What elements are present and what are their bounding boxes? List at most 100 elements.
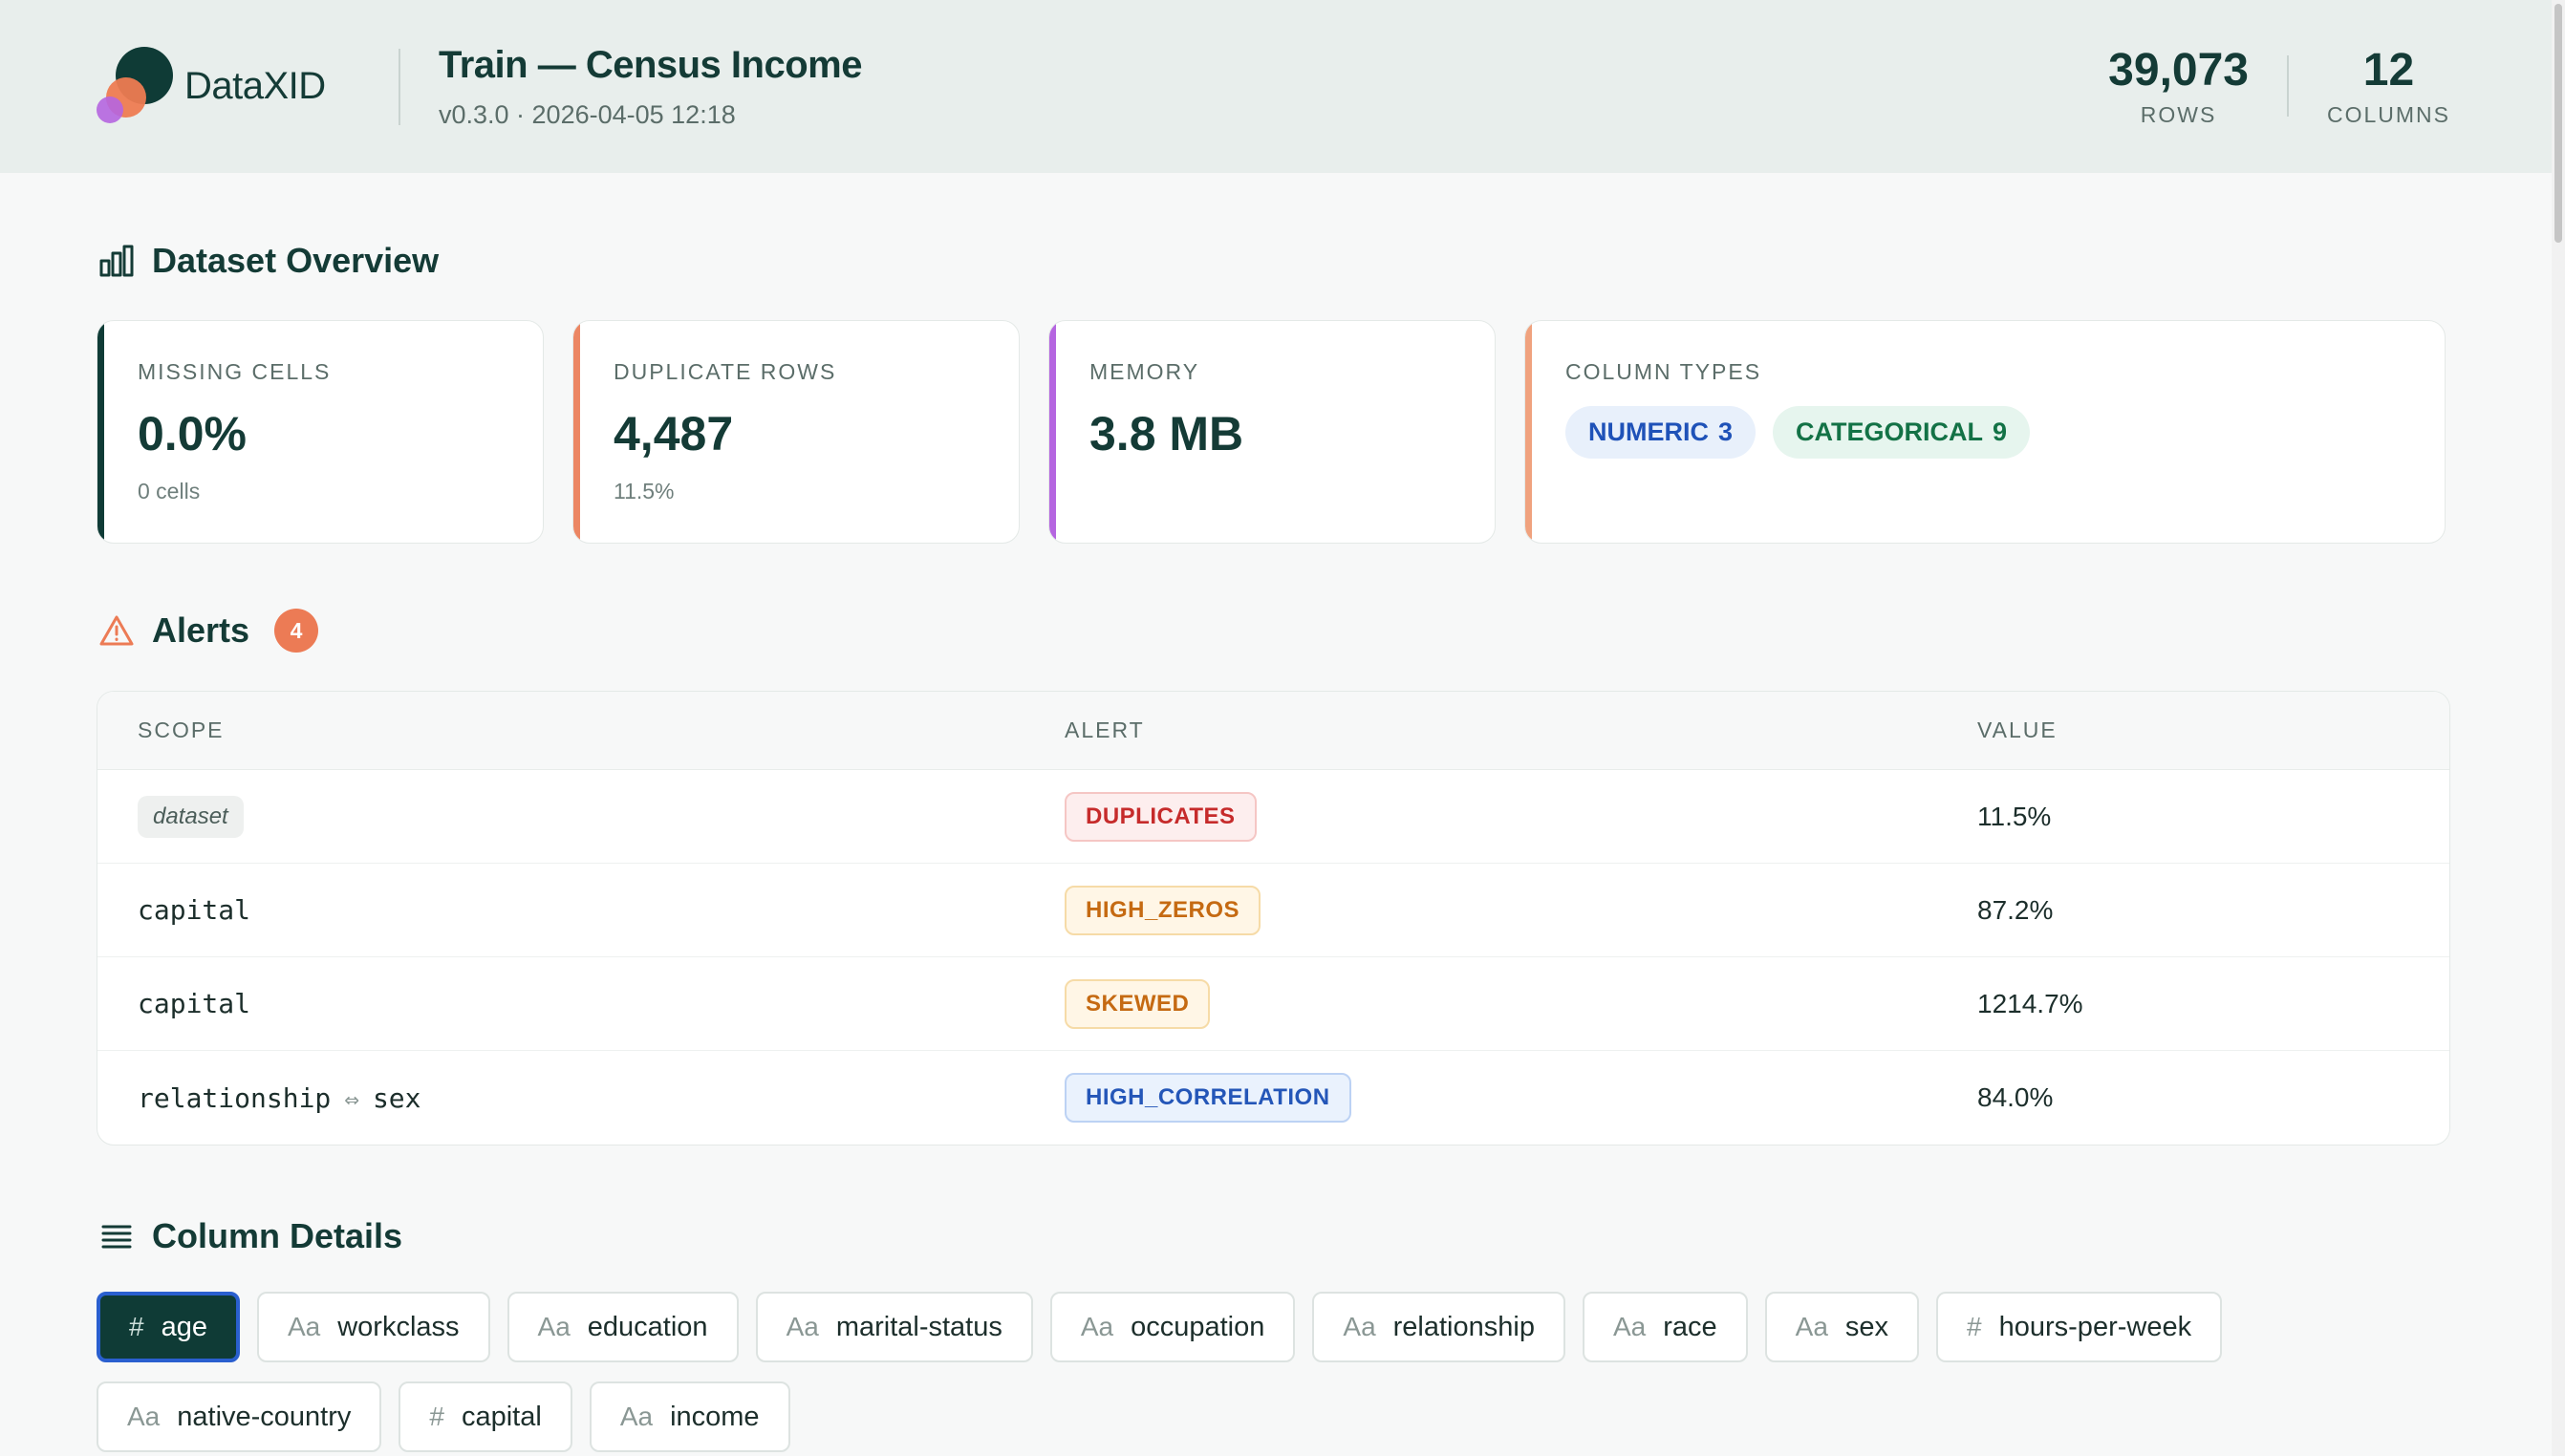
alerts-title: Alerts — [152, 610, 250, 650]
overview-heading: Dataset Overview — [98, 241, 439, 281]
numeric-type-icon: # — [1967, 1312, 1982, 1341]
alert-tag: HIGH_ZEROS — [1065, 885, 1261, 935]
column-chip-label: income — [670, 1401, 760, 1432]
column-chip-workclass[interactable]: Aa workclass — [256, 1292, 490, 1362]
alert-tag: SKEWED — [1065, 978, 1211, 1029]
categorical-count: 9 — [1993, 418, 2008, 446]
alert-value: 87.2% — [1977, 894, 2054, 925]
numeric-type-icon: # — [429, 1402, 444, 1431]
card-value: 3.8 MB — [1089, 407, 1244, 460]
text-type-icon: Aa — [619, 1402, 654, 1431]
header-divider — [399, 48, 400, 125]
scope-chip: dataset — [138, 795, 244, 838]
column-chip-label: race — [1663, 1311, 1717, 1342]
column-chip-education[interactable]: Aa education — [507, 1292, 739, 1362]
card-sub: 11.5% — [614, 479, 675, 503]
brand[interactable]: DataXID — [97, 46, 399, 127]
header-scope: SCOPE — [138, 717, 225, 742]
overview-cards: MISSING CELLS 0.0% 0 cells DUPLICATE ROW… — [97, 320, 2446, 544]
report-header: DataXID Train — Census Income v0.3.0 · 2… — [0, 0, 2552, 173]
stat-rows-label: ROWS — [2140, 102, 2217, 127]
column-chip-label: age — [161, 1311, 207, 1342]
stat-columns: 12 COLUMNS — [2327, 44, 2450, 128]
text-type-icon: Aa — [287, 1312, 321, 1341]
column-chip-occupation[interactable]: Aa occupation — [1049, 1292, 1296, 1362]
stat-divider — [2286, 55, 2289, 117]
column-chip-label: workclass — [337, 1311, 460, 1342]
numeric-type-icon: # — [129, 1312, 144, 1341]
column-chip-label: hours-per-week — [1998, 1311, 2192, 1342]
alerts-heading: Alerts 4 — [98, 609, 319, 653]
column-chip-sex[interactable]: Aa sex — [1764, 1292, 1920, 1362]
alert-value: 11.5% — [1977, 801, 2052, 831]
column-chip-label: occupation — [1131, 1311, 1265, 1342]
stat-columns-value: 12 — [2362, 45, 2415, 96]
text-type-icon: Aa — [1080, 1312, 1114, 1341]
numeric-count: 3 — [1718, 418, 1734, 446]
column-chip-age[interactable]: # age — [97, 1292, 240, 1362]
overview-title: Dataset Overview — [152, 241, 440, 280]
card-label: MEMORY — [1089, 359, 1200, 384]
column-chip-marital-status[interactable]: Aa marital-status — [755, 1292, 1033, 1362]
column-chip-label: native-country — [177, 1401, 352, 1432]
header-alert: ALERT — [1065, 717, 1145, 742]
column-chip-capital[interactable]: # capital — [399, 1381, 572, 1452]
column-chip-native-country[interactable]: Aa native-country — [97, 1381, 382, 1452]
column-chip-label: capital — [461, 1401, 542, 1432]
alert-tag: DUPLICATES — [1065, 791, 1257, 842]
brand-name: DataXID — [184, 65, 326, 107]
column-chip-label: sex — [1844, 1311, 1889, 1342]
column-chip-label: education — [587, 1311, 708, 1342]
page-title: Train — Census Income — [439, 43, 862, 86]
column-details-heading: Column Details — [98, 1216, 402, 1256]
bidirectional-arrow-icon: ⇔ — [344, 1084, 359, 1114]
scope-column: capital — [138, 894, 251, 926]
card-missing-cells: MISSING CELLS 0.0% 0 cells — [97, 320, 544, 544]
categorical-pill: CATEGORICAL 9 — [1773, 406, 2031, 459]
column-chip-hours-per-week[interactable]: # hours-per-week — [1936, 1292, 2223, 1362]
header-stats: 39,073 ROWS 12 COLUMNS — [2108, 44, 2450, 128]
alerts-count-badge: 4 — [274, 609, 319, 653]
type-pills: NUMERIC 3 CATEGORICAL 9 — [1565, 406, 2445, 459]
text-type-icon: Aa — [786, 1312, 819, 1341]
text-type-icon: Aa — [537, 1312, 571, 1341]
page-subtitle: v0.3.0 · 2026-04-05 12:18 — [439, 99, 736, 129]
alerts-table-header: SCOPE ALERT VALUE — [97, 692, 2449, 770]
warning-icon — [98, 612, 135, 649]
alert-value: 84.0% — [1977, 1082, 2054, 1112]
column-chip-race[interactable]: Aa race — [1582, 1292, 1748, 1362]
title-block: Train — Census Income v0.3.0 · 2026-04-0… — [439, 44, 862, 130]
column-chip-relationship[interactable]: Aa relationship — [1312, 1292, 1565, 1362]
list-icon — [98, 1218, 135, 1254]
scope-column: capital — [138, 988, 251, 1019]
categorical-label: CATEGORICAL — [1796, 418, 1984, 446]
card-label: MISSING CELLS — [138, 359, 332, 384]
card-value: 0.0% — [138, 407, 247, 460]
table-row: relationship ⇔ sex HIGH_CORRELATION 84.0% — [97, 1051, 2449, 1145]
stat-rows-value: 39,073 — [2108, 45, 2249, 96]
column-chips: # age Aa workclass Aa education Aa marital-s… — [97, 1292, 2467, 1452]
scope-column-pair: relationship ⇔ sex — [97, 1082, 1065, 1114]
card-label: COLUMN TYPES — [1565, 359, 1762, 384]
column-chip-income[interactable]: Aa income — [589, 1381, 790, 1452]
column-chip-label: marital-status — [835, 1311, 1002, 1342]
scope-column-a: relationship — [138, 1081, 332, 1114]
table-row: dataset DUPLICATES 11.5% — [97, 770, 2449, 864]
column-chip-label: relationship — [1392, 1311, 1535, 1342]
page-scrollbar[interactable] — [2552, 0, 2565, 1456]
table-row: capital HIGH_ZEROS 87.2% — [97, 864, 2449, 957]
column-details-title: Column Details — [152, 1216, 403, 1255]
table-row: capital SKEWED 1214.7% — [97, 957, 2449, 1051]
text-type-icon: Aa — [1795, 1312, 1828, 1341]
stat-columns-label: COLUMNS — [2326, 102, 2450, 127]
card-memory: MEMORY 3.8 MB — [1048, 320, 1496, 544]
text-type-icon: Aa — [127, 1402, 161, 1431]
card-value: 4,487 — [614, 407, 734, 460]
alert-value: 1214.7% — [1977, 988, 2083, 1018]
numeric-pill: NUMERIC 3 — [1565, 406, 1757, 459]
scrollbar-thumb[interactable] — [2554, 4, 2562, 243]
dataxid-logo — [97, 46, 177, 127]
card-label: DUPLICATE ROWS — [614, 359, 837, 384]
card-duplicate-rows: DUPLICATE ROWS 4,487 11.5% — [572, 320, 1020, 544]
alert-tag: HIGH_CORRELATION — [1065, 1073, 1351, 1123]
